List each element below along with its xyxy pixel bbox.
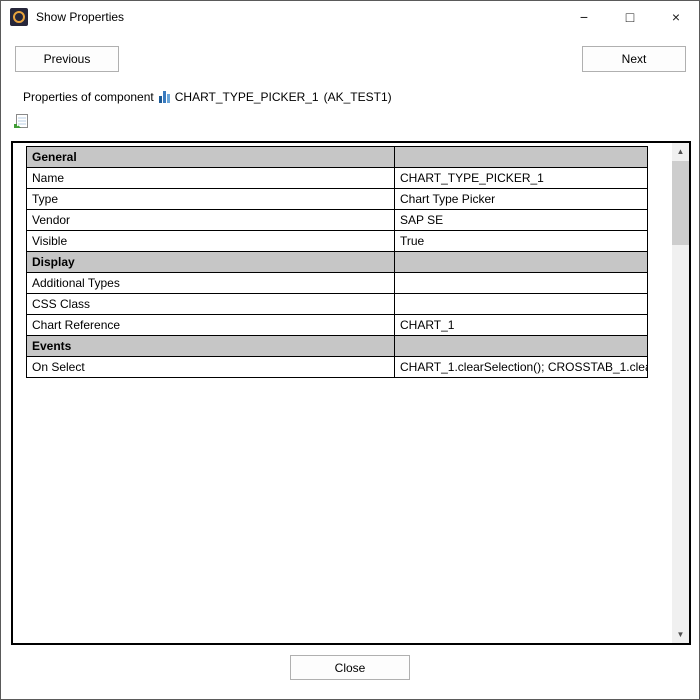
section-row-general: General	[27, 147, 648, 168]
property-label: Name	[27, 168, 395, 189]
table-row[interactable]: Vendor SAP SE	[27, 210, 648, 231]
section-row-display: Display	[27, 252, 648, 273]
property-value	[395, 294, 648, 315]
on-select-script: CHART_1.clearSelection(); CROSSTAB_1.cle…	[395, 357, 648, 378]
section-value	[395, 336, 648, 357]
section-row-events: Events	[27, 336, 648, 357]
section-label: Display	[27, 252, 395, 273]
scroll-up-button[interactable]: ▲	[672, 143, 689, 160]
chart-type-picker-icon	[159, 91, 170, 103]
component-name: CHART_TYPE_PICKER_1	[175, 90, 319, 104]
table-row[interactable]: Type Chart Type Picker	[27, 189, 648, 210]
app-icon	[10, 8, 28, 26]
section-label: General	[27, 147, 395, 168]
properties-table: General Name CHART_TYPE_PICKER_1 Type Ch…	[26, 146, 648, 378]
property-label: Chart Reference	[27, 315, 395, 336]
export-icon[interactable]	[13, 113, 30, 130]
table-row[interactable]: Visible True	[27, 231, 648, 252]
property-label: Type	[27, 189, 395, 210]
app-name: (AK_TEST1)	[324, 90, 392, 104]
vertical-scrollbar[interactable]: ▲ ▼	[672, 143, 689, 643]
minimize-button[interactable]: −	[561, 1, 607, 33]
property-value: True	[395, 231, 648, 252]
header-prefix: Properties of component	[23, 90, 154, 104]
table-row[interactable]: Chart Reference CHART_1	[27, 315, 648, 336]
close-window-button[interactable]: ×	[653, 1, 699, 33]
window-title: Show Properties	[36, 10, 124, 24]
property-label: Visible	[27, 231, 395, 252]
section-value	[395, 252, 648, 273]
property-label: CSS Class	[27, 294, 395, 315]
scrollbar-thumb[interactable]	[672, 161, 689, 245]
table-row[interactable]: Name CHART_TYPE_PICKER_1	[27, 168, 648, 189]
property-value	[395, 273, 648, 294]
property-value: CHART_1	[395, 315, 648, 336]
table-row-on-select[interactable]: On Select CHART_1.clearSelection(); CROS…	[27, 357, 648, 378]
property-label: On Select	[27, 357, 395, 378]
titlebar[interactable]: Show Properties − □ ×	[1, 1, 699, 33]
property-label: Additional Types	[27, 273, 395, 294]
maximize-button[interactable]: □	[607, 1, 653, 33]
scroll-down-button[interactable]: ▼	[672, 626, 689, 643]
table-row[interactable]: Additional Types	[27, 273, 648, 294]
section-value	[395, 147, 648, 168]
table-row[interactable]: CSS Class	[27, 294, 648, 315]
property-value: SAP SE	[395, 210, 648, 231]
next-button[interactable]: Next	[582, 46, 686, 72]
previous-button[interactable]: Previous	[15, 46, 119, 72]
section-label: Events	[27, 336, 395, 357]
component-header: Properties of component CHART_TYPE_PICKE…	[23, 90, 392, 104]
show-properties-window: Show Properties − □ × Previous Next Prop…	[0, 0, 700, 700]
properties-panel: General Name CHART_TYPE_PICKER_1 Type Ch…	[11, 141, 691, 645]
close-button[interactable]: Close	[290, 655, 410, 680]
property-label: Vendor	[27, 210, 395, 231]
property-value: Chart Type Picker	[395, 189, 648, 210]
property-value: CHART_TYPE_PICKER_1	[395, 168, 648, 189]
window-controls: − □ ×	[561, 1, 699, 33]
